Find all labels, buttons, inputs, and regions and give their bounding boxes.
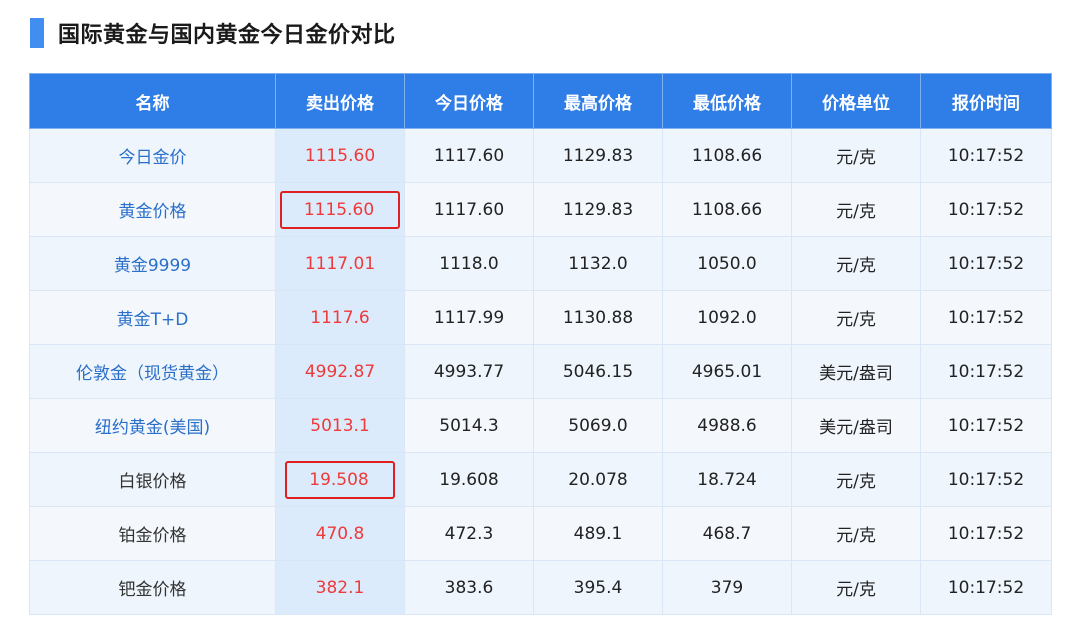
low-price-cell: 4988.6 [662, 398, 792, 453]
unit-cell: 元/克 [791, 236, 921, 291]
high-price-cell: 5069.0 [533, 398, 663, 453]
header-low-price: 最低价格 [662, 73, 792, 129]
table-row: 铂金价格 470.8 472.3 489.1 468.7 元/克 10:17:5… [29, 506, 1052, 561]
header-unit: 价格单位 [791, 73, 921, 129]
row-name-link[interactable]: 黄金价格 [29, 182, 276, 237]
header-name: 名称 [29, 73, 276, 129]
sell-price-cell: 5013.1 [275, 398, 405, 453]
today-price-cell: 19.608 [404, 452, 534, 507]
quote-time-cell: 10:17:52 [920, 398, 1052, 453]
table-row: 纽约黄金(美国) 5013.1 5014.3 5069.0 4988.6 美元/… [29, 398, 1052, 453]
high-price-cell: 489.1 [533, 506, 663, 561]
table-header-row: 名称 卖出价格 今日价格 最高价格 最低价格 价格单位 报价时间 [29, 73, 1052, 129]
sell-price-cell-highlighted: 19.508 [275, 452, 405, 507]
gold-price-table: 名称 卖出价格 今日价格 最高价格 最低价格 价格单位 报价时间 今日金价 11… [29, 73, 1052, 615]
highlight-box: 19.508 [285, 460, 395, 499]
quote-time-cell: 10:17:52 [920, 182, 1052, 237]
today-price-cell: 472.3 [404, 506, 534, 561]
unit-cell: 元/克 [791, 506, 921, 561]
high-price-cell: 1129.83 [533, 182, 663, 237]
title-accent-bar [30, 18, 44, 48]
sell-price-cell: 4992.87 [275, 344, 405, 399]
unit-cell: 美元/盎司 [791, 398, 921, 453]
table-row: 伦敦金（现货黄金） 4992.87 4993.77 5046.15 4965.0… [29, 344, 1052, 399]
page-title: 国际黄金与国内黄金今日金价对比 [58, 23, 396, 48]
table-row: 今日金价 1115.60 1117.60 1129.83 1108.66 元/克… [29, 128, 1052, 183]
low-price-cell: 468.7 [662, 506, 792, 561]
quote-time-cell: 10:17:52 [920, 290, 1052, 345]
sell-price-cell: 382.1 [275, 560, 405, 615]
today-price-cell: 383.6 [404, 560, 534, 615]
high-price-cell: 1132.0 [533, 236, 663, 291]
today-price-cell: 1118.0 [404, 236, 534, 291]
low-price-cell: 1108.66 [662, 128, 792, 183]
row-name-link[interactable]: 纽约黄金(美国) [29, 398, 276, 453]
table-row: 黄金9999 1117.01 1118.0 1132.0 1050.0 元/克 … [29, 236, 1052, 291]
sell-price-cell: 1115.60 [275, 128, 405, 183]
row-name-link[interactable]: 黄金T+D [29, 290, 276, 345]
today-price-cell: 4993.77 [404, 344, 534, 399]
quote-time-cell: 10:17:52 [920, 344, 1052, 399]
today-price-cell: 1117.60 [404, 182, 534, 237]
high-price-cell: 1130.88 [533, 290, 663, 345]
row-name: 白银价格 [29, 452, 276, 507]
today-price-cell: 1117.60 [404, 128, 534, 183]
unit-cell: 元/克 [791, 290, 921, 345]
quote-time-cell: 10:17:52 [920, 236, 1052, 291]
highlight-box: 1115.60 [279, 190, 401, 229]
quote-time-cell: 10:17:52 [920, 506, 1052, 561]
section-header: 国际黄金与国内黄金今日金价对比 [30, 18, 396, 48]
today-price-cell: 1117.99 [404, 290, 534, 345]
row-name: 钯金价格 [29, 560, 276, 615]
table-row: 黄金T+D 1117.6 1117.99 1130.88 1092.0 元/克 … [29, 290, 1052, 345]
unit-cell: 元/克 [791, 452, 921, 507]
low-price-cell: 1092.0 [662, 290, 792, 345]
high-price-cell: 395.4 [533, 560, 663, 615]
table-row: 黄金价格 1115.60 1117.60 1129.83 1108.66 元/克… [29, 182, 1052, 237]
sell-price-cell: 1117.6 [275, 290, 405, 345]
sell-price-cell: 470.8 [275, 506, 405, 561]
unit-cell: 元/克 [791, 128, 921, 183]
quote-time-cell: 10:17:52 [920, 452, 1052, 507]
low-price-cell: 18.724 [662, 452, 792, 507]
sell-price-cell: 1117.01 [275, 236, 405, 291]
high-price-cell: 5046.15 [533, 344, 663, 399]
quote-time-cell: 10:17:52 [920, 128, 1052, 183]
high-price-cell: 1129.83 [533, 128, 663, 183]
header-high-price: 最高价格 [533, 73, 663, 129]
high-price-cell: 20.078 [533, 452, 663, 507]
low-price-cell: 4965.01 [662, 344, 792, 399]
quote-time-cell: 10:17:52 [920, 560, 1052, 615]
sell-price-cell-highlighted: 1115.60 [275, 182, 405, 237]
row-name-link[interactable]: 伦敦金（现货黄金） [29, 344, 276, 399]
table-row: 钯金价格 382.1 383.6 395.4 379 元/克 10:17:52 [29, 560, 1052, 615]
table-row: 白银价格 19.508 19.608 20.078 18.724 元/克 10:… [29, 452, 1052, 507]
low-price-cell: 379 [662, 560, 792, 615]
unit-cell: 元/克 [791, 560, 921, 615]
header-sell-price: 卖出价格 [275, 73, 405, 129]
header-quote-time: 报价时间 [920, 73, 1052, 129]
low-price-cell: 1050.0 [662, 236, 792, 291]
price-table-container: 名称 卖出价格 今日价格 最高价格 最低价格 价格单位 报价时间 今日金价 11… [29, 73, 1052, 615]
row-name-link[interactable]: 黄金9999 [29, 236, 276, 291]
row-name: 铂金价格 [29, 506, 276, 561]
row-name-link[interactable]: 今日金价 [29, 128, 276, 183]
low-price-cell: 1108.66 [662, 182, 792, 237]
unit-cell: 美元/盎司 [791, 344, 921, 399]
unit-cell: 元/克 [791, 182, 921, 237]
today-price-cell: 5014.3 [404, 398, 534, 453]
header-today-price: 今日价格 [404, 73, 534, 129]
